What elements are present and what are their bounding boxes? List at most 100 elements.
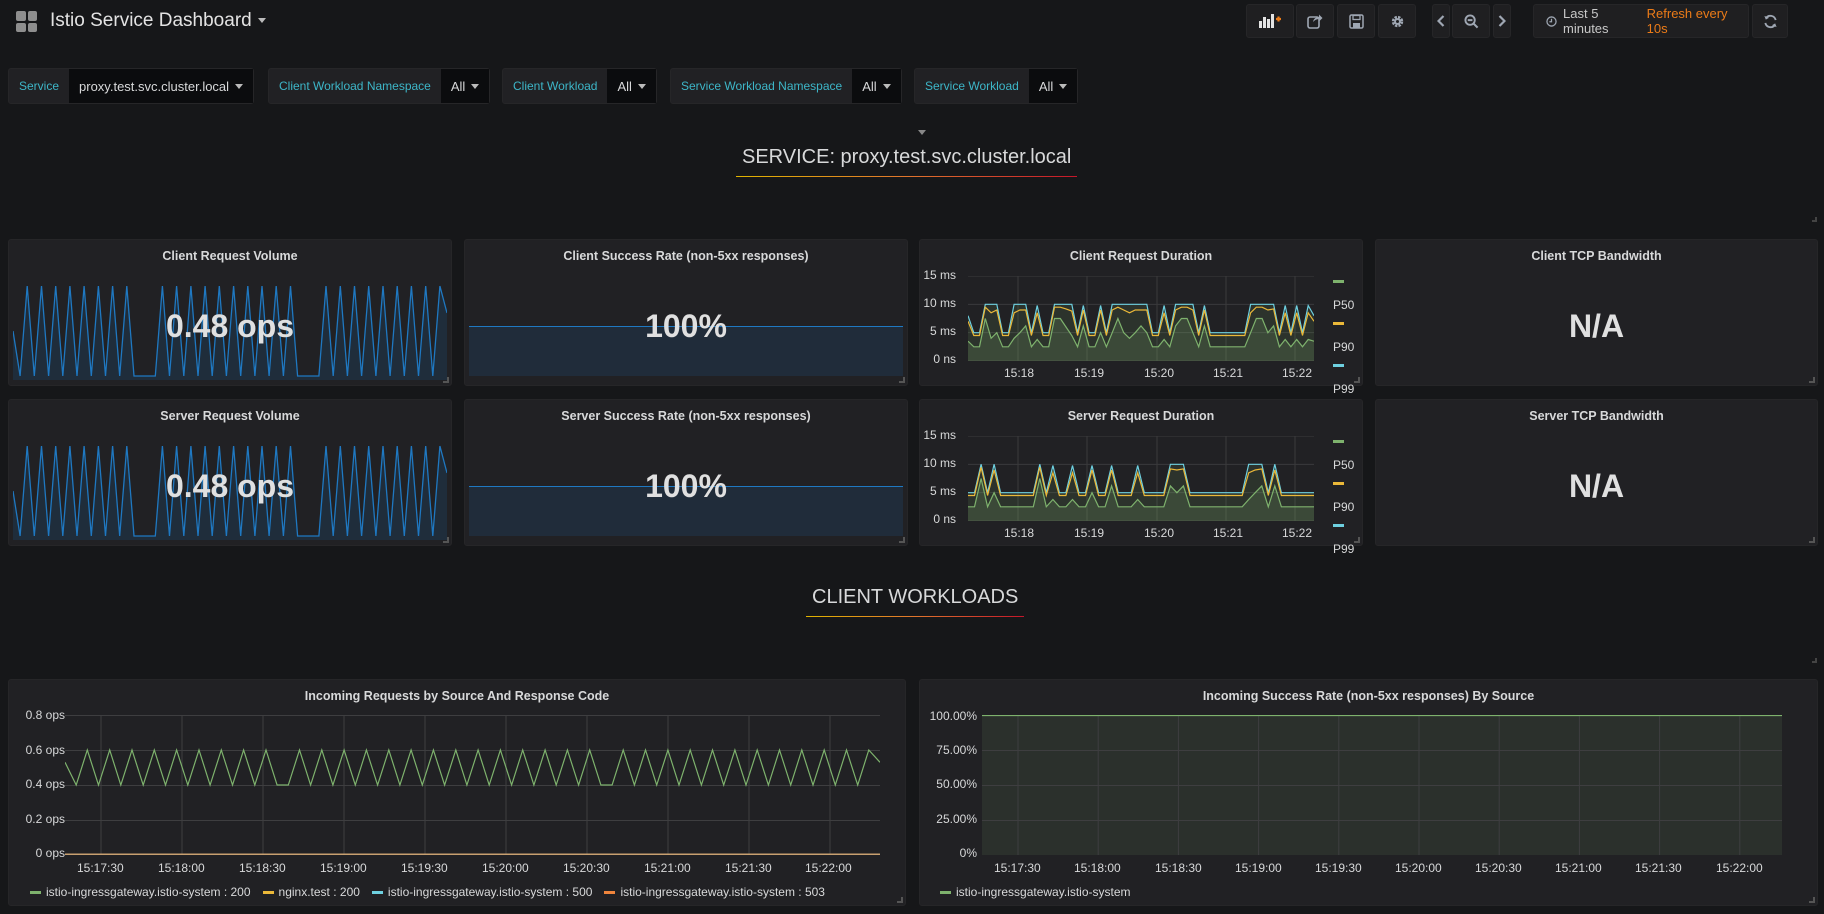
panel-title[interactable]: Client Success Rate (non-5xx responses) <box>465 249 907 263</box>
time-back-button[interactable] <box>1432 4 1450 38</box>
y-tick-label: 50.00% <box>936 777 977 791</box>
x-tick-label: 15:20 <box>1144 526 1175 540</box>
legend-label: P90 <box>1333 500 1355 514</box>
legend-item[interactable]: istio-ingressgateway.istio-system : 500 <box>371 885 592 899</box>
panel-resize-handle[interactable] <box>1354 377 1360 383</box>
save-button[interactable] <box>1337 4 1375 38</box>
variable-client-workload-namespace-select[interactable]: All <box>440 69 490 103</box>
variable-client-workload: Client Workload All <box>502 68 657 104</box>
panel-resize-handle[interactable] <box>443 377 449 383</box>
time-forward-button[interactable] <box>1493 4 1511 38</box>
panel-server-success-rate: Server Success Rate (non-5xx responses) … <box>464 399 908 546</box>
panel-title[interactable]: Client Request Volume <box>9 249 451 263</box>
series-line <box>65 748 880 787</box>
legend-swatch <box>1333 322 1344 325</box>
settings-button[interactable] <box>1378 4 1416 38</box>
panel-title[interactable]: Server Request Volume <box>9 409 451 423</box>
legend-label: P99 <box>1333 382 1355 396</box>
duration-chart <box>968 436 1314 521</box>
legend-swatch <box>262 890 274 894</box>
variable-client-workload-namespace: Client Workload Namespace All <box>268 68 491 104</box>
panel-title[interactable]: Client Request Duration <box>920 249 1362 263</box>
refresh-interval-label: Refresh every 10s <box>1646 6 1728 36</box>
dashboard-title-dropdown[interactable]: Istio Service Dashboard <box>50 10 266 32</box>
panel-title[interactable]: Server TCP Bandwidth <box>1376 409 1817 423</box>
variable-service-workload-select[interactable]: All <box>1028 69 1078 103</box>
x-tick-label: 15:18:00 <box>1074 861 1121 875</box>
panel-title[interactable]: Incoming Requests by Source And Response… <box>9 689 905 703</box>
x-tick-label: 15:22:00 <box>1716 861 1763 875</box>
legend-item-p99[interactable]: P99 <box>1333 524 1354 556</box>
x-tick-label: 15:20 <box>1144 366 1175 380</box>
panel-resize-handle[interactable] <box>1809 897 1815 903</box>
legend-item[interactable]: istio-ingressgateway.istio-system : 503 <box>604 885 825 899</box>
panel-resize-handle[interactable] <box>443 537 449 543</box>
panel-client-tcp-bandwidth: Client TCP Bandwidth N/A <box>1375 239 1818 386</box>
y-tick-label: 0 ops <box>35 846 65 860</box>
time-range-picker[interactable]: Last 5 minutes Refresh every 10s <box>1533 4 1749 38</box>
panel-server-tcp-bandwidth: Server TCP Bandwidth N/A <box>1375 399 1818 546</box>
row-collapse-icon[interactable] <box>918 130 926 135</box>
panel-server-request-duration: Server Request Duration 15 ms 10 ms 5 ms… <box>919 399 1363 556</box>
x-tick-label: 15:20:00 <box>1395 861 1442 875</box>
panel-resize-handle[interactable] <box>1809 377 1815 383</box>
legend-swatch <box>30 890 41 894</box>
legend-swatch <box>1333 440 1344 443</box>
stat-value: N/A <box>1568 468 1625 504</box>
y-tick-label: 100.00% <box>929 709 977 723</box>
dashboard-title: Istio Service Dashboard <box>50 10 252 31</box>
y-tick-label: 0 ns <box>933 352 956 366</box>
dashboards-grid-icon[interactable] <box>16 11 37 32</box>
variable-service-workload-namespace-select[interactable]: All <box>852 69 901 103</box>
stat-value: 0.48 ops <box>165 308 295 344</box>
variable-client-workload-select[interactable]: All <box>607 69 656 103</box>
row-title-client-workloads[interactable]: CLIENT WORKLOADS <box>805 586 1025 617</box>
zoom-out-icon <box>1463 13 1478 28</box>
add-panel-icon <box>1259 14 1281 28</box>
y-tick-label: 15 ms <box>923 428 956 442</box>
y-tick-label: 15 ms <box>923 268 956 282</box>
zoom-out-button[interactable] <box>1452 4 1490 38</box>
legend-label: P50 <box>1333 298 1355 312</box>
legend-item[interactable]: nginx.test : 200 <box>262 885 360 899</box>
x-tick-label: 15:21:30 <box>1635 861 1682 875</box>
refresh-button[interactable] <box>1752 4 1788 38</box>
add-panel-button[interactable] <box>1246 4 1294 38</box>
panel-resize-handle[interactable] <box>897 897 903 903</box>
panel-title[interactable]: Server Success Rate (non-5xx responses) <box>465 409 907 423</box>
x-tick-label: 15:19:30 <box>1315 861 1362 875</box>
x-tick-label: 15:20:00 <box>482 861 529 875</box>
x-tick-label: 15:18:30 <box>239 861 286 875</box>
row-title-service[interactable]: SERVICE: proxy.test.svc.cluster.local <box>735 146 1078 177</box>
row-resize-handle[interactable] <box>1812 217 1817 222</box>
legend-item-p99[interactable]: P99 <box>1333 364 1354 396</box>
save-icon <box>1348 13 1364 29</box>
legend-item[interactable]: istio-ingressgateway.istio-system <box>940 885 1131 899</box>
share-button[interactable] <box>1296 4 1334 38</box>
panel-resize-handle[interactable] <box>899 377 905 383</box>
panel-resize-handle[interactable] <box>899 537 905 543</box>
panel-title[interactable]: Server Request Duration <box>920 409 1362 423</box>
variable-label: Service <box>19 79 60 93</box>
legend-item[interactable]: istio-ingressgateway.istio-system : 200 <box>30 885 251 899</box>
legend-item-p50[interactable]: P50 <box>1333 280 1354 312</box>
panel-title[interactable]: Incoming Success Rate (non-5xx responses… <box>920 689 1817 703</box>
legend-item-p50[interactable]: P50 <box>1333 440 1354 472</box>
variable-service-select[interactable]: proxy.test.svc.cluster.local <box>69 69 254 103</box>
legend-item-p90[interactable]: P90 <box>1333 322 1354 354</box>
panel-title[interactable]: Client TCP Bandwidth <box>1376 249 1817 263</box>
legend-label: istio-ingressgateway.istio-system : 503 <box>620 885 825 899</box>
legend-item-p90[interactable]: P90 <box>1333 482 1354 514</box>
legend: istio-ingressgateway.istio-system <box>940 885 1131 899</box>
row-resize-handle[interactable] <box>1812 658 1817 663</box>
x-tick-label: 15:19 <box>1074 526 1105 540</box>
settings-icon <box>1391 15 1403 27</box>
caret-down-icon <box>1059 83 1068 89</box>
top-navbar: Istio Service Dashboard Last 5 minutes R… <box>0 0 1824 42</box>
panel-resize-handle[interactable] <box>1354 537 1360 543</box>
panel-resize-handle[interactable] <box>1809 537 1815 543</box>
legend-swatch <box>1333 364 1344 367</box>
legend-swatch <box>371 890 383 894</box>
caret-down-icon <box>471 83 480 89</box>
x-tick-label: 15:17:30 <box>77 861 124 875</box>
